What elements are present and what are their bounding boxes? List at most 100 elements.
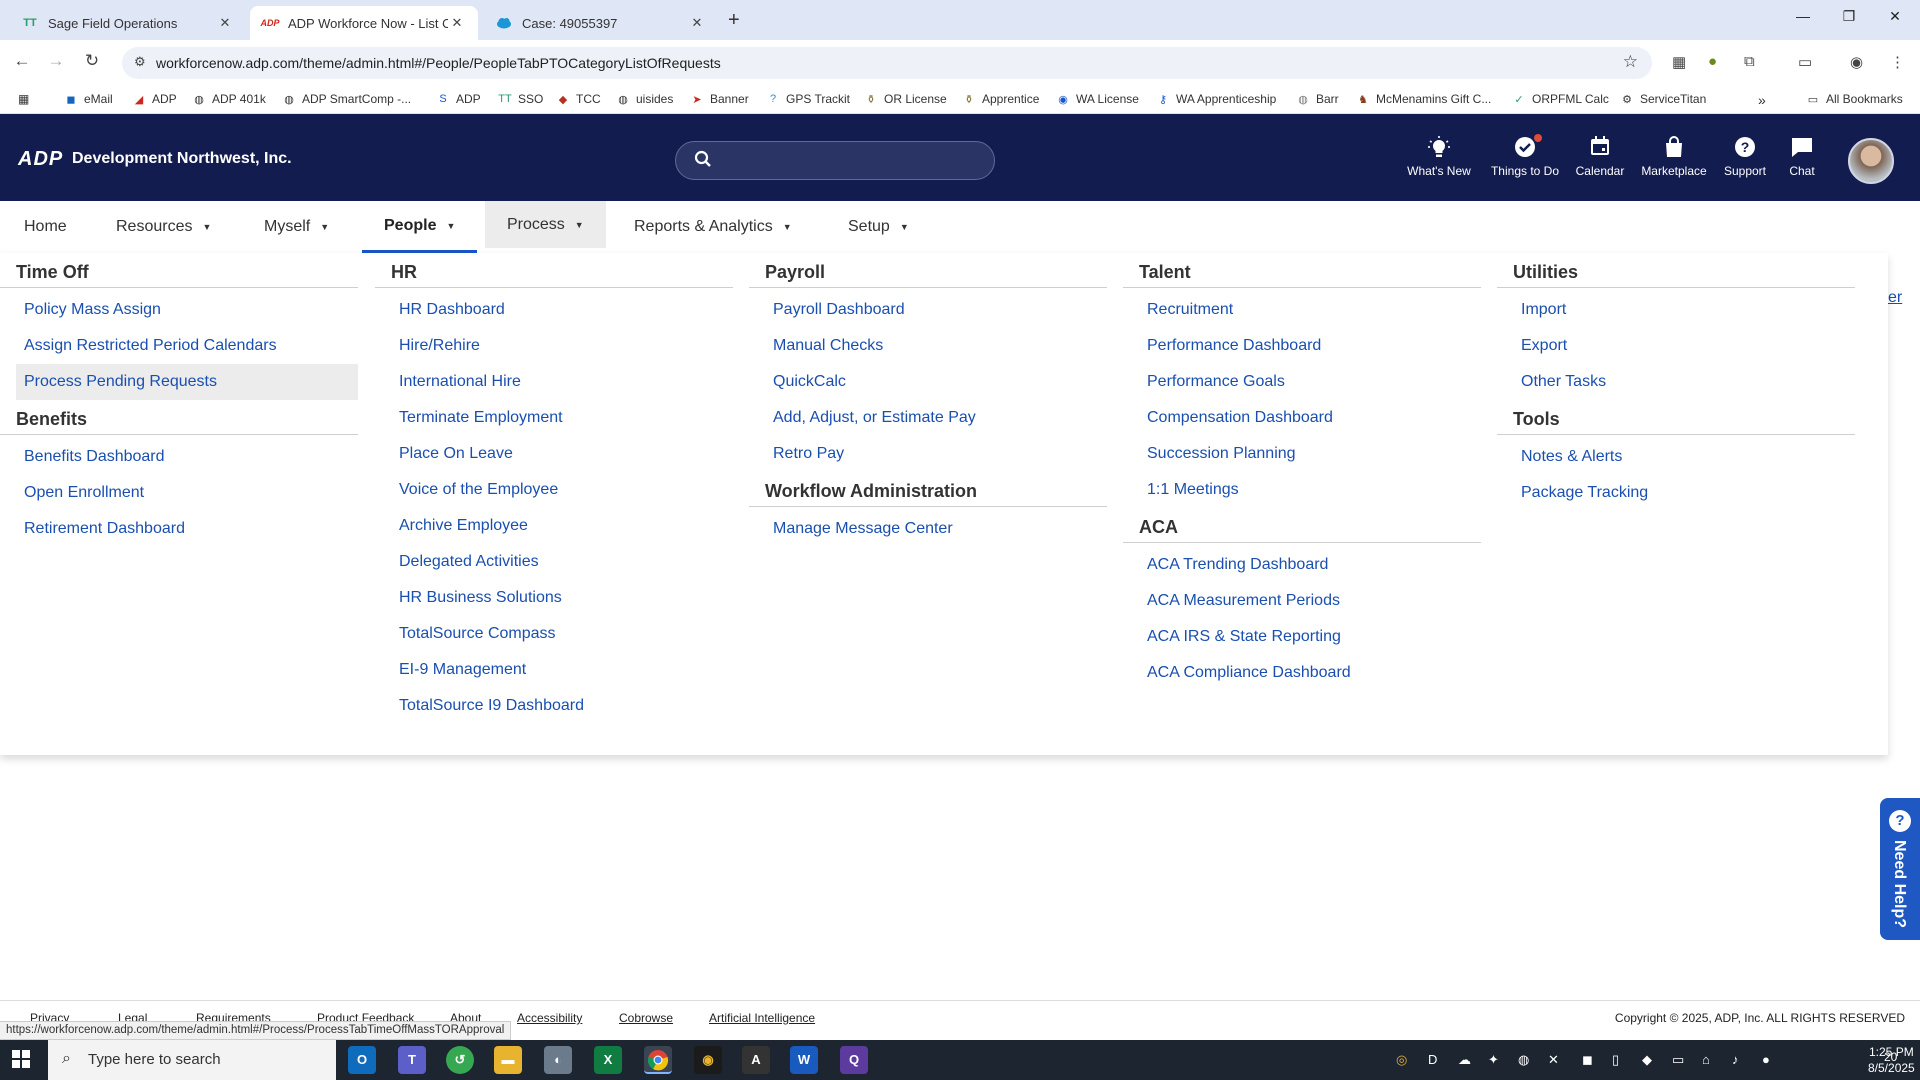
notification-count[interactable]: 20 [1884,1050,1897,1064]
bookmark-apprentice[interactable]: ⚱ Apprentice [962,92,1039,106]
menu-link-compensation-dashboard[interactable]: Compensation Dashboard [1123,400,1481,436]
file-explorer-icon[interactable]: ▬ [494,1046,522,1074]
menu-link-delegated-activities[interactable]: Delegated Activities [375,544,733,580]
tray-icon[interactable]: D [1428,1052,1437,1067]
menu-link-export[interactable]: Export [1497,328,1855,364]
menu-link-terminate-employment[interactable]: Terminate Employment [375,400,733,436]
nav-setup[interactable]: Setup ▼ [826,201,931,253]
apps-grid-icon[interactable]: ▦ [18,92,29,106]
teams-app-icon[interactable]: T [398,1046,426,1074]
extension-icon[interactable]: ● [1708,53,1717,70]
close-window-icon[interactable]: ✕ [1872,8,1918,25]
menu-link-import[interactable]: Import [1497,292,1855,328]
menu-link-totalsource-compass[interactable]: TotalSource Compass [375,616,733,652]
support-button[interactable]: ? Support [1720,136,1770,178]
close-tab-icon[interactable]: ✕ [448,15,466,31]
menu-link-ei9-management[interactable]: EI-9 Management [375,652,733,688]
avatar[interactable] [1848,138,1894,184]
battery-icon[interactable]: ▭ [1672,1052,1684,1068]
bookmark-wa-apprenticeship[interactable]: ⚷ WA Apprenticeship [1156,92,1276,106]
extension-icon[interactable]: ▦ [1672,53,1686,71]
menu-link-quickcalc[interactable]: QuickCalc [749,364,1107,400]
menu-link-place-on-leave[interactable]: Place On Leave [375,436,733,472]
tray-icon[interactable]: ☁ [1458,1052,1471,1068]
menu-link-totalsource-i9-dashboard[interactable]: TotalSource I9 Dashboard [375,688,733,724]
menu-link-manual-checks[interactable]: Manual Checks [749,328,1107,364]
bookmark-orpfml-calc[interactable]: ✓ ORPFML Calc [1512,92,1609,106]
nav-process[interactable]: Process ▼ [485,201,606,248]
footer-link-accessibility[interactable]: Accessibility [517,1011,582,1025]
tray-icon[interactable]: ◍ [1518,1052,1529,1068]
microphone-icon[interactable]: ● [1762,1052,1770,1067]
browser-tab-adp[interactable]: ADP ADP Workforce Now - List Of R ✕ [250,6,478,40]
word-app-icon[interactable]: W [790,1046,818,1074]
forward-icon[interactable]: → [44,51,68,71]
bookmark-wa-license[interactable]: ◉ WA License [1056,92,1139,106]
menu-link-benefits-dashboard[interactable]: Benefits Dashboard [0,439,358,475]
browser-tab-sage[interactable]: TT Sage Field Operations ✕ [10,6,246,40]
minimize-icon[interactable]: — [1780,8,1826,24]
tray-icon[interactable]: ◎ [1396,1052,1407,1068]
adp-logo[interactable]: ADP [18,148,63,171]
close-tab-icon[interactable]: ✕ [688,15,706,31]
bookmark-banner[interactable]: ➤ Banner [690,92,748,106]
app-icon[interactable]: ◐ [544,1046,572,1074]
menu-link-hire-rehire[interactable]: Hire/Rehire [375,328,733,364]
menu-link-hr-dashboard[interactable]: HR Dashboard [375,292,733,328]
menu-link-voice-of-the-employee[interactable]: Voice of the Employee [375,472,733,508]
bookmark-adp[interactable]: ◢ ADP [132,92,177,106]
bookmark-adp-smartcomp[interactable]: ◍ ADP SmartComp -... [282,92,411,106]
bookmark-sso[interactable]: TT SSO [498,92,543,106]
tray-icon[interactable]: ✕ [1548,1052,1559,1068]
restore-icon[interactable]: ❐ [1826,8,1872,25]
reload-icon[interactable]: ↻ [80,51,104,71]
nav-resources[interactable]: Resources ▼ [94,201,233,253]
menu-link-manage-message-center[interactable]: Manage Message Center [749,511,1107,547]
nav-people[interactable]: People ▼ [362,201,478,253]
bookmark-servicetitan[interactable]: ⚙ ServiceTitan [1620,92,1706,106]
green-app-icon[interactable]: ↺ [446,1046,474,1074]
calendar-button[interactable]: Calendar [1570,136,1630,178]
bookmark-star-icon[interactable]: ☆ [1623,52,1638,72]
bookmark-barr[interactable]: ◍ Barr [1296,92,1338,106]
things-to-do-button[interactable]: Things to Do [1488,134,1562,178]
need-help-button[interactable]: ? Need Help? [1880,798,1920,940]
bookmark-gps-trackit[interactable]: ? GPS Trackit [766,92,850,106]
all-bookmarks[interactable]: ▭ All Bookmarks [1806,92,1903,106]
menu-link-performance-goals[interactable]: Performance Goals [1123,364,1481,400]
nav-reports-analytics[interactable]: Reports & Analytics ▼ [612,201,814,253]
menu-link-succession-planning[interactable]: Succession Planning [1123,436,1481,472]
close-tab-icon[interactable]: ✕ [216,15,234,31]
whats-new-button[interactable]: What's New [1402,136,1476,178]
menu-link-package-tracking[interactable]: Package Tracking [1497,475,1855,511]
global-search[interactable] [675,141,995,180]
more-bookmarks-icon[interactable]: » [1758,92,1766,108]
nav-home[interactable]: Home [2,201,89,253]
new-tab-button[interactable]: + [728,9,740,32]
back-icon[interactable]: ← [10,51,34,71]
acrobat-app-icon[interactable]: A [742,1046,770,1074]
app-icon[interactable]: Q [840,1046,868,1074]
menu-link-archive-employee[interactable]: Archive Employee [375,508,733,544]
marketplace-button[interactable]: Marketplace [1636,136,1712,178]
bookmark-email[interactable]: ◼ eMail [64,92,112,106]
chrome-app-icon[interactable] [644,1046,672,1074]
menu-kebab-icon[interactable]: ⋮ [1890,53,1905,71]
footer-link-cobrowse[interactable]: Cobrowse [619,1011,673,1025]
menu-link-notes-alerts[interactable]: Notes & Alerts [1497,439,1855,475]
menu-link-one-on-one-meetings[interactable]: 1:1 Meetings [1123,472,1481,508]
bookmark-adp-2[interactable]: S ADP [436,92,480,106]
browser-tab-case[interactable]: Case: 49055397 ✕ [484,6,718,40]
excel-app-icon[interactable]: X [594,1046,622,1074]
taskbar-search[interactable]: ⌕ Type here to search [48,1040,336,1080]
bookmark-mcmenamins[interactable]: ♞ McMenamins Gift C... [1356,92,1491,106]
tray-icon[interactable]: ✦ [1488,1052,1499,1068]
menu-link-aca-irs-state-reporting[interactable]: ACA IRS & State Reporting [1123,619,1481,655]
menu-link-process-pending-requests[interactable]: Process Pending Requests [16,364,358,400]
menu-link-add-adjust-estimate-pay[interactable]: Add, Adjust, or Estimate Pay [749,400,1107,436]
bookmark-or-license[interactable]: ⚱ OR License [864,92,946,106]
bookmark-tcc[interactable]: ◆ TCC [556,92,601,106]
bookmark-uisides[interactable]: ◍ uisides [616,92,673,106]
tray-icon[interactable]: ◼ [1582,1052,1593,1068]
menu-link-retro-pay[interactable]: Retro Pay [749,436,1107,472]
